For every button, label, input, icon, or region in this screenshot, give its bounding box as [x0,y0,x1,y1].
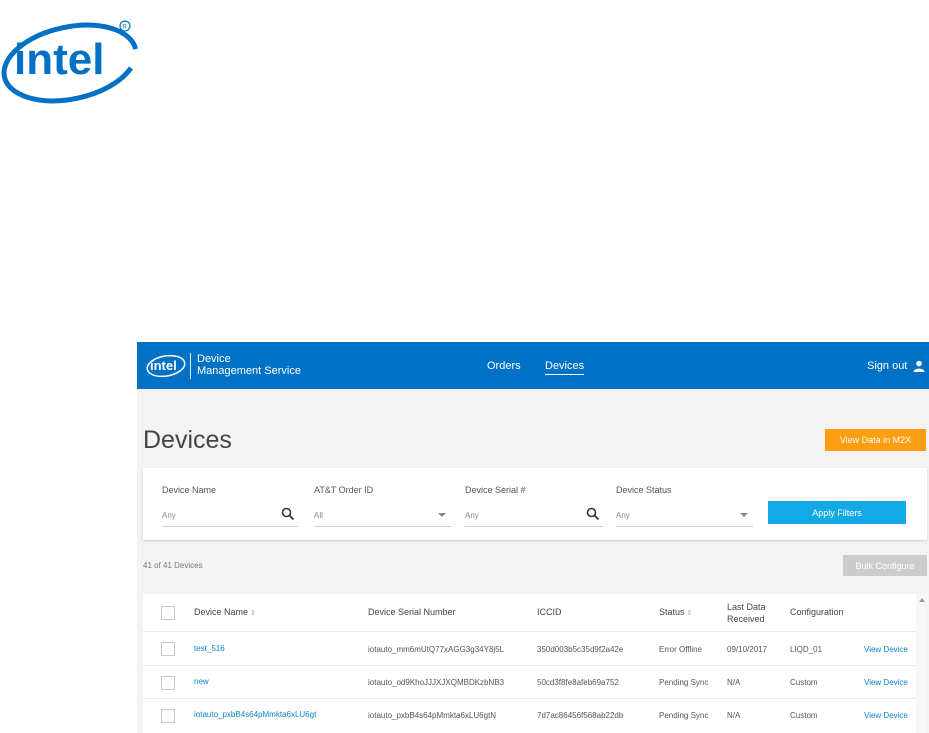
status-value: Any [616,511,630,520]
serial-placeholder: Any [465,511,479,520]
device-serial: iotauto_od9KhoJJJXJXQMBDKzbNB3 [368,678,505,687]
device-configuration: Custom [790,678,818,687]
header-device-name[interactable]: Device Name ⇕ [194,607,256,617]
status-select[interactable]: Any [616,504,753,527]
table-scrollbar[interactable] [916,594,927,733]
device-last-data: N/A [727,711,741,720]
status-label: Device Status [616,485,672,495]
header-iccid: ICCID [537,607,562,617]
sign-out-label: Sign out [867,360,908,372]
serial-label: Device Serial # [465,485,526,495]
row-divider [143,665,916,666]
intel-logo-small: intel [146,354,186,378]
chevron-down-icon [438,513,446,517]
logo-divider [190,353,191,379]
row-divider [143,698,916,699]
device-configuration: Custom [790,711,818,720]
sort-icon[interactable]: ⇕ [250,610,256,617]
view-device-link[interactable]: View Device [864,678,908,687]
header-last-data: Last Data Received [727,602,766,624]
device-name-link[interactable]: test_516 [194,644,225,653]
device-serial: iotauto_pxbB4s64pMmkta6xLU6gtN [368,711,497,720]
device-last-data: N/A [727,678,741,687]
intel-logo: intel R [1,20,139,104]
device-count: 41 of 41 Devices [143,561,203,570]
scroll-up-icon[interactable] [919,598,925,602]
header-configuration: Configuration [790,607,844,617]
order-id-label: AT&T Order ID [314,485,374,495]
device-name-link[interactable]: iotauto_pxbB4s64pMmkta6xLU6gt [194,710,316,719]
device-iccid: 350d003b5c35d9f2a42e [537,645,624,654]
device-iccid: 50cd3f8fe8afeb69a752 [537,678,619,687]
user-icon [913,360,925,372]
apply-filters-button[interactable]: Apply Filters [768,501,906,524]
app-name: Device Management Service [197,353,301,377]
sort-icon[interactable]: ⇕ [687,610,693,617]
filter-panel: Device Name Any AT&T Order ID All Device… [143,468,927,540]
row-checkbox[interactable] [161,676,175,690]
device-status: Pending Sync [659,711,709,720]
device-status: Pending Sync [659,678,709,687]
chevron-down-icon [740,513,748,517]
device-iccid: 7d7ac86456f568ab22db [537,711,624,720]
device-last-data: 09/10/2017 [727,645,768,654]
header-serial: Device Serial Number [368,607,456,617]
intel-logo-small-wordmark: intel [150,358,177,373]
device-name-placeholder: Any [162,511,176,520]
order-id-select[interactable]: All [314,504,451,527]
bulk-configure-button[interactable]: Bulk Configure [843,555,927,576]
order-id-value: All [314,511,323,520]
view-data-m2x-button[interactable]: View Data in M2X [825,429,926,451]
app-window: intel Device Management Service Orders D… [137,342,929,733]
svg-text:R: R [123,25,128,31]
nav-orders[interactable]: Orders [487,360,521,372]
view-device-link[interactable]: View Device [864,711,908,720]
view-device-link[interactable]: View Device [864,645,908,654]
header-status-label: Status [659,607,685,617]
devices-table: Device Name ⇕ Device Serial Number ICCID … [143,594,916,733]
serial-input[interactable]: Any [465,504,603,527]
page-title: Devices [143,426,232,454]
sign-out-button[interactable]: Sign out [867,360,925,372]
row-divider [143,631,916,632]
top-bar: intel Device Management Service Orders D… [137,342,929,389]
search-icon[interactable] [281,507,295,521]
device-status: Error Offline [659,645,702,654]
device-name-label: Device Name [162,485,217,495]
row-checkbox[interactable] [161,709,175,723]
device-name-link[interactable]: new [194,677,209,686]
search-icon[interactable] [586,507,600,521]
select-all-checkbox[interactable] [161,606,175,620]
device-name-input[interactable]: Any [162,504,298,527]
header-status[interactable]: Status ⇕ [659,607,692,617]
intel-logo-wordmark: intel [14,35,104,84]
device-configuration: LIQD_01 [790,645,823,654]
header-device-name-label: Device Name [194,607,249,617]
row-checkbox[interactable] [161,642,175,656]
nav-devices[interactable]: Devices [545,360,585,375]
device-serial: iotauto_mm6mUtQ77xAGG3g34Y8j5L [368,645,505,654]
